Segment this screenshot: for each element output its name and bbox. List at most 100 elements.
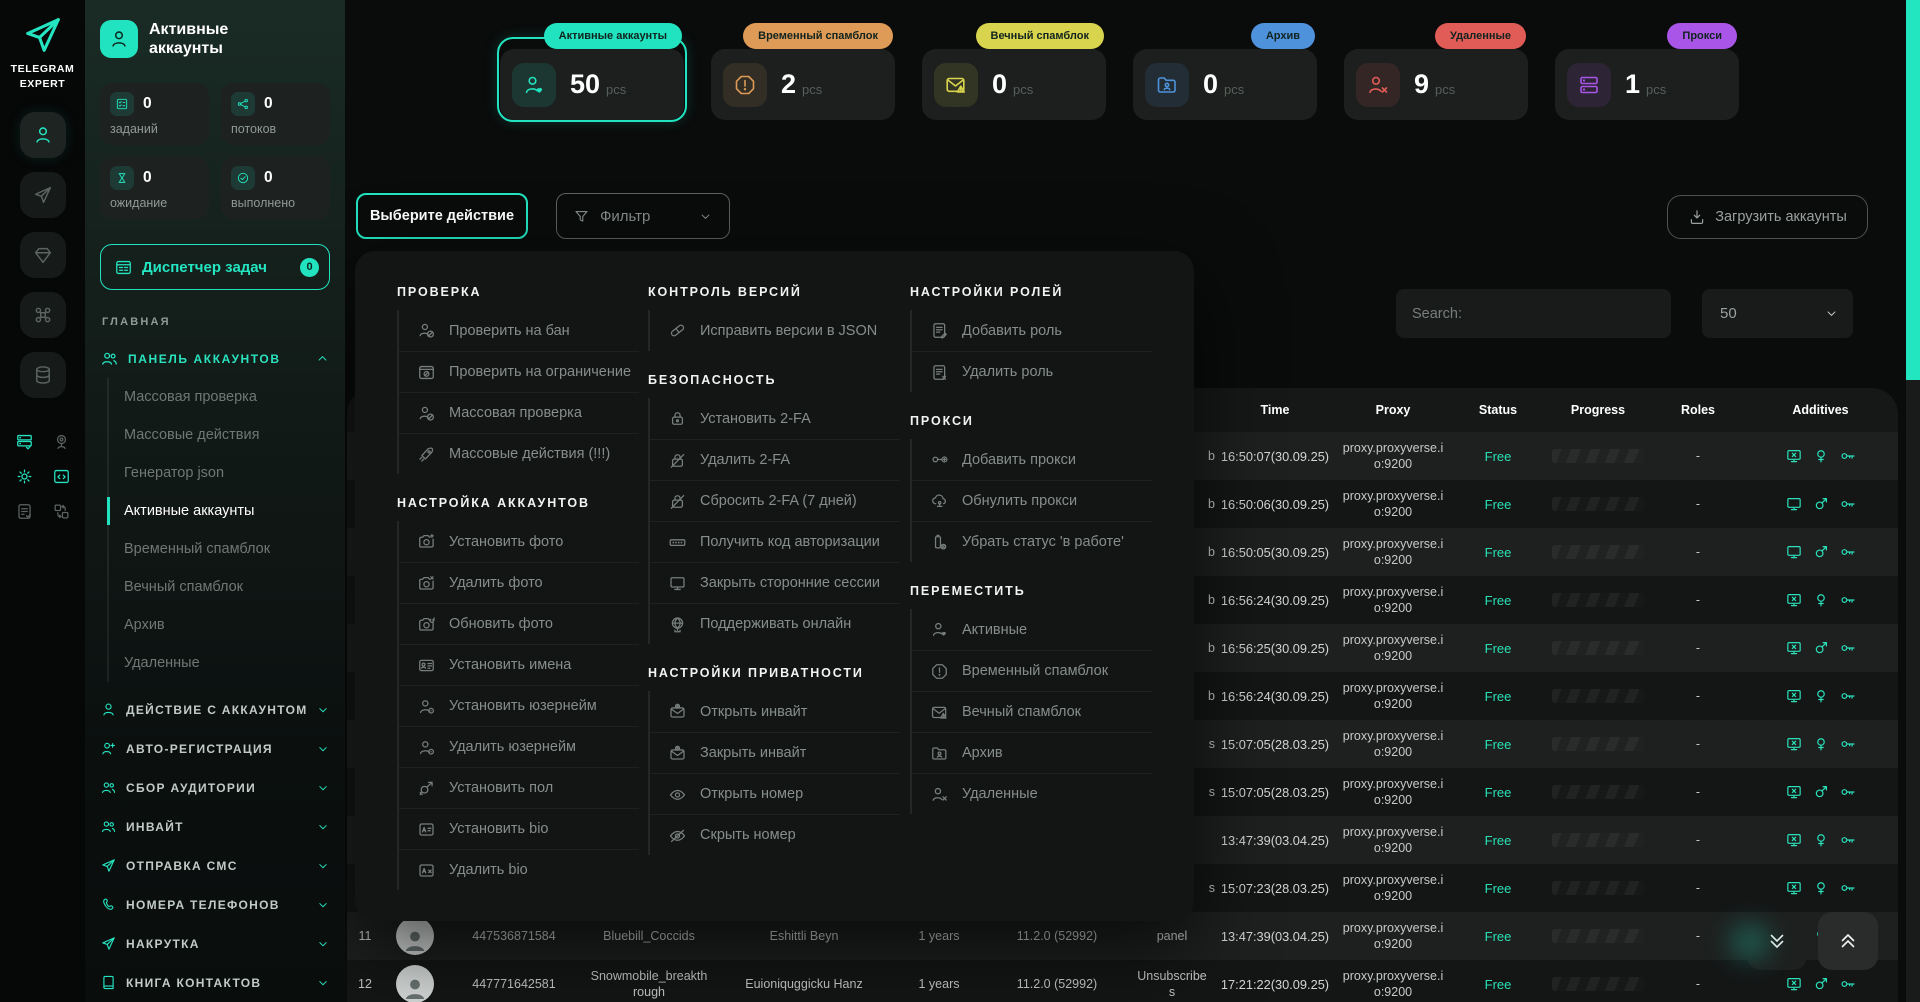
- menu-item[interactable]: Обновить фото: [399, 603, 639, 644]
- menu-item[interactable]: Установить фото: [399, 521, 639, 562]
- menu-item[interactable]: Временный спамблок: [912, 650, 1152, 691]
- rail-tool-server-check-button[interactable]: [15, 432, 34, 451]
- rail-database-button[interactable]: [20, 352, 66, 398]
- menu-item[interactable]: Массовые действия (!!!): [399, 433, 639, 474]
- table-header-cell[interactable]: Additives: [1743, 388, 1898, 432]
- status-card[interactable]: Вечный спамблок 0 pcs: [922, 49, 1106, 120]
- status-card[interactable]: Удаленные 9 pcs: [1344, 49, 1528, 120]
- double-down-icon: [1765, 929, 1789, 953]
- filter-dropdown[interactable]: Фильтр: [556, 193, 730, 239]
- menu-item[interactable]: Массовая проверка: [399, 392, 639, 433]
- sidebar-subitem[interactable]: Массовая проверка: [109, 378, 330, 416]
- table-header-cell[interactable]: Progress: [1543, 388, 1653, 432]
- menu-item[interactable]: Удалить роль: [912, 351, 1152, 392]
- rail-user-button[interactable]: [20, 112, 66, 158]
- menu-item[interactable]: Добавить прокси: [912, 439, 1152, 480]
- cell-additives[interactable]: [1743, 720, 1898, 768]
- table-header-cell[interactable]: Status: [1453, 388, 1543, 432]
- table-header-cell[interactable]: Roles: [1653, 388, 1743, 432]
- sidebar-section-item[interactable]: ОТПРАВКА СМС: [100, 846, 330, 885]
- menu-item[interactable]: Закрыть сторонние сессии: [650, 562, 900, 603]
- menu-item[interactable]: Архив: [912, 732, 1152, 773]
- cell-additives[interactable]: [1743, 672, 1898, 720]
- rail-tool-gear-button[interactable]: [15, 467, 34, 486]
- menu-item[interactable]: Установить 2-FA: [650, 398, 900, 439]
- rail-tool-swap-button[interactable]: [52, 502, 71, 521]
- filter-label: Фильтр: [600, 208, 698, 225]
- search-input[interactable]: [1396, 289, 1671, 338]
- sidebar-subitem[interactable]: Архив: [109, 606, 330, 644]
- menu-item[interactable]: Установить имена: [399, 644, 639, 685]
- sidebar-section-item[interactable]: АВТО-РЕГИСТРАЦИЯ: [100, 729, 330, 768]
- rail-tool-doc-check-button[interactable]: [15, 502, 34, 521]
- status-card[interactable]: Временный спамблок 2 pcs: [711, 49, 895, 120]
- menu-item[interactable]: Проверить на бан: [399, 310, 639, 351]
- cell-additives[interactable]: [1743, 528, 1898, 576]
- upload-accounts-button[interactable]: Загрузить аккаунты: [1667, 195, 1868, 239]
- menu-item[interactable]: Убрать статус 'в работе': [912, 521, 1152, 562]
- menu-item[interactable]: Проверить на ограничение: [399, 351, 639, 392]
- sidebar-section-item[interactable]: ИНВАЙТ: [100, 807, 330, 846]
- menu-item[interactable]: Исправить версии в JSON: [650, 310, 900, 351]
- menu-item[interactable]: Сбросить 2-FA (7 дней): [650, 480, 900, 521]
- menu-item[interactable]: Обнулить прокси: [912, 480, 1152, 521]
- sidebar-section-item[interactable]: КНИГА КОНТАКТОВ: [100, 963, 330, 1002]
- progress-bar: [1552, 641, 1644, 655]
- sidebar-subitem[interactable]: Генератор json: [109, 454, 330, 492]
- menu-item[interactable]: Поддерживать онлайн: [650, 603, 900, 644]
- cell-additives[interactable]: [1743, 768, 1898, 816]
- sidebar-subitem[interactable]: Вечный спамблок: [109, 568, 330, 606]
- rail-diamond-button[interactable]: [20, 232, 66, 278]
- rail-tool-code-window-button[interactable]: [52, 467, 71, 486]
- page-scrollbar[interactable]: [1906, 0, 1920, 1002]
- menu-item[interactable]: Открыть инвайт: [650, 691, 900, 732]
- menu-item[interactable]: Получить код авторизации: [650, 521, 900, 562]
- rail-command-button[interactable]: [20, 292, 66, 338]
- status-card[interactable]: Прокси 1 pcs: [1555, 49, 1739, 120]
- menu-item[interactable]: Установить bio: [399, 808, 639, 849]
- menu-item[interactable]: Удаленные: [912, 773, 1152, 814]
- menu-item[interactable]: Установить юзернейм: [399, 685, 639, 726]
- cell-additives[interactable]: [1743, 576, 1898, 624]
- task-manager-button[interactable]: Диспетчер задач 0: [100, 244, 330, 290]
- cell-additives[interactable]: [1743, 864, 1898, 912]
- status-card[interactable]: Активные аккаунты 50 pcs: [500, 49, 684, 120]
- cell-proxy: proxy.proxyverse.io:9200: [1333, 672, 1453, 720]
- menu-item[interactable]: Скрыть номер: [650, 814, 900, 855]
- sidebar-item-accounts-panel[interactable]: ПАНЕЛЬ АККАУНТОВ: [100, 349, 330, 368]
- cell-additives[interactable]: [1743, 816, 1898, 864]
- sidebar-section-item[interactable]: НАКРУТКА: [100, 924, 330, 963]
- sidebar-subitem[interactable]: Удаленные: [109, 644, 330, 682]
- menu-item[interactable]: Вечный спамблок: [912, 691, 1152, 732]
- scrollbar-thumb[interactable]: [1906, 0, 1920, 380]
- menu-item[interactable]: Открыть номер: [650, 773, 900, 814]
- rail-send-button[interactable]: [20, 172, 66, 218]
- sidebar-subitem[interactable]: Временный спамблок: [109, 530, 330, 568]
- menu-item[interactable]: Закрыть инвайт: [650, 732, 900, 773]
- choose-action-button[interactable]: Выберите действие: [356, 193, 528, 239]
- menu-item[interactable]: Удалить юзернейм: [399, 726, 639, 767]
- rail-tool-webcam-button[interactable]: [52, 432, 71, 451]
- cell-additives[interactable]: [1743, 432, 1898, 480]
- sidebar-subitem[interactable]: Массовые действия: [109, 416, 330, 454]
- status-card-value: 2: [781, 69, 796, 100]
- menu-item[interactable]: Активные: [912, 609, 1152, 650]
- scroll-to-top-button[interactable]: [1818, 912, 1878, 970]
- cell-additives[interactable]: [1743, 480, 1898, 528]
- page-size-select[interactable]: 50: [1702, 289, 1853, 338]
- sidebar-section-item[interactable]: СБОР АУДИТОРИИ: [100, 768, 330, 807]
- menu-item[interactable]: Удалить bio: [399, 849, 639, 890]
- table-header-cell[interactable]: Time: [1217, 388, 1333, 432]
- cell-additives[interactable]: [1743, 624, 1898, 672]
- sidebar-section-item[interactable]: НОМЕРА ТЕЛЕФОНОВ: [100, 885, 330, 924]
- sidebar-subitem[interactable]: Активные аккаунты: [109, 492, 330, 530]
- sidebar-section-item[interactable]: ДЕЙСТВИЕ С АККАУНТОМ: [100, 690, 330, 729]
- status-card[interactable]: Архив 0 pcs: [1133, 49, 1317, 120]
- menu-item[interactable]: Установить пол: [399, 767, 639, 808]
- scroll-to-bottom-button[interactable]: [1747, 912, 1807, 970]
- table-header-cell[interactable]: Proxy: [1333, 388, 1453, 432]
- table-row[interactable]: 12 447771642581 Snowmobile_breakthrough …: [347, 960, 1898, 1002]
- menu-item[interactable]: Удалить 2-FA: [650, 439, 900, 480]
- menu-item[interactable]: Добавить роль: [912, 310, 1152, 351]
- menu-item[interactable]: Удалить фото: [399, 562, 639, 603]
